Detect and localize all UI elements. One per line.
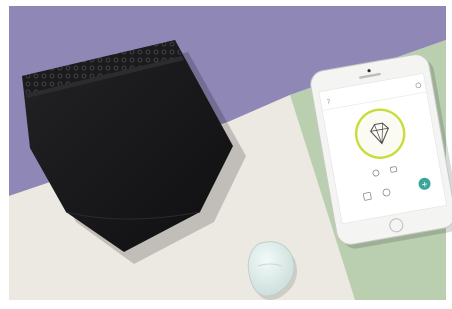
- photo-canvas: ? +: [0, 0, 452, 309]
- app-screen: ? +: [318, 72, 447, 225]
- product-photo: ? +: [0, 0, 452, 309]
